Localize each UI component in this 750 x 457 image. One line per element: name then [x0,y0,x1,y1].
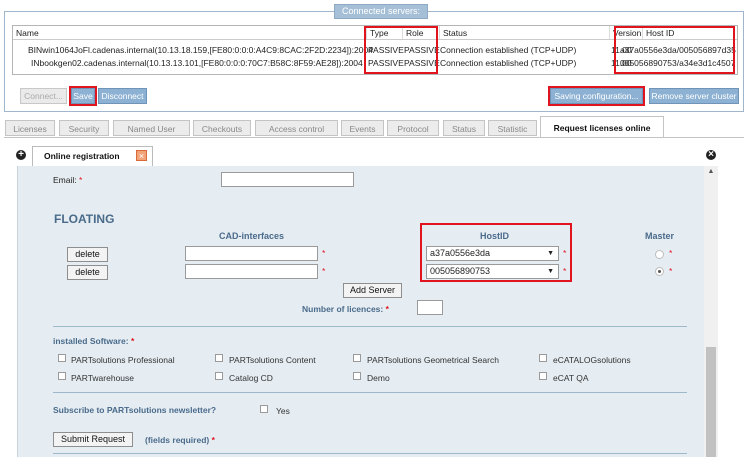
tab-checkouts[interactable]: Checkouts [193,120,251,136]
highlight-type-role [364,26,438,74]
subtab-label: Online registration [44,151,120,161]
software-checkbox[interactable] [353,372,361,380]
highlight-host-id [614,26,735,74]
col-name[interactable]: Name [13,26,367,39]
cad-interface-field[interactable] [185,246,318,261]
remove-server-cluster-button[interactable]: Remove server cluster [649,88,739,104]
number-of-licences-label: Number of licences: * [302,304,389,314]
software-checkbox[interactable] [353,354,361,362]
master-heading: Master [645,231,675,241]
connect-button[interactable]: Connect... [20,88,67,104]
server-row-2-status: Connection established (TCP+UDP) [440,58,577,68]
floating-heading: FLOATING [54,212,115,226]
tab-security[interactable]: Security [59,120,109,136]
required-marker: * [322,248,326,258]
software-checkbox[interactable] [58,354,66,362]
newsletter-label: Subscribe to PARTsolutions newsletter? [53,405,217,415]
tab-request-licenses-online[interactable]: Request licenses online [540,116,664,138]
software-checkbox[interactable] [215,354,223,362]
software-checkbox[interactable] [215,372,223,380]
tab-status[interactable]: Status [443,120,485,136]
newsletter-checkbox[interactable] [260,405,268,413]
connected-servers-legend: Connected servers: [334,4,429,19]
highlight-saving [548,86,645,106]
col-status[interactable]: Status [440,26,610,39]
delete-button[interactable]: delete [67,247,108,262]
delete-button[interactable]: delete [67,265,108,280]
close-icon[interactable]: × [136,150,147,161]
divider [53,453,687,454]
installed-software-label: installed Software: * [53,336,135,346]
software-label: Catalog CD [229,373,273,383]
required-marker: * [322,266,326,276]
divider [53,326,687,327]
tab-events[interactable]: Events [341,120,384,136]
fields-required-note: (fields required) * [145,435,215,445]
tab-divider [4,137,744,138]
software-label: Demo [367,373,390,383]
close-circle-icon[interactable]: × [706,150,716,160]
scrollbar-thumb[interactable] [706,347,716,457]
email-label: Email: * [53,175,83,185]
required-marker: * [669,266,673,276]
scroll-up-arrow-icon[interactable]: ▲ [706,168,716,178]
plus-circle-icon[interactable]: + [16,150,26,160]
software-label: PARTsolutions Content [229,355,316,365]
software-label: PARTsolutions Professional [71,355,175,365]
master-radio[interactable] [655,267,664,276]
newsletter-yes-label: Yes [276,406,290,416]
disconnect-button[interactable]: Disconnect [98,88,147,104]
number-of-licences-field[interactable] [417,300,443,315]
highlight-hostid [420,223,572,282]
server-row-1-status: Connection established (TCP+UDP) [440,45,577,55]
software-checkbox[interactable] [539,354,547,362]
software-label: eCAT QA [553,373,589,383]
software-label: PARTsolutions Geometrical Search [367,355,499,365]
server-row-2-name[interactable]: INbookgen02.cadenas.internal(10.13.13.10… [31,57,363,69]
add-server-button[interactable]: Add Server [343,283,402,298]
highlight-save [69,86,97,106]
email-field[interactable] [221,172,354,187]
tab-protocol[interactable]: Protocol [387,120,439,136]
master-radio[interactable] [655,250,664,259]
tab-statistic[interactable]: Statistic [488,120,537,136]
required-marker: * [669,248,673,258]
divider [53,392,687,393]
submit-request-button[interactable]: Submit Request [53,432,133,447]
software-checkbox[interactable] [539,372,547,380]
tab-licenses[interactable]: Licenses [5,120,55,136]
server-row-1-name[interactable]: BINwin1064JoFl.cadenas.internal(10.13.18… [28,44,373,56]
software-label: PARTwarehouse [71,373,134,383]
tab-access-control[interactable]: Access control [255,120,338,136]
cad-interfaces-heading: CAD-interfaces [219,231,285,241]
tab-named-user[interactable]: Named User [113,120,190,136]
software-checkbox[interactable] [58,372,66,380]
cad-interface-field[interactable] [185,264,318,279]
software-label: eCATALOGsolutions [553,355,631,365]
